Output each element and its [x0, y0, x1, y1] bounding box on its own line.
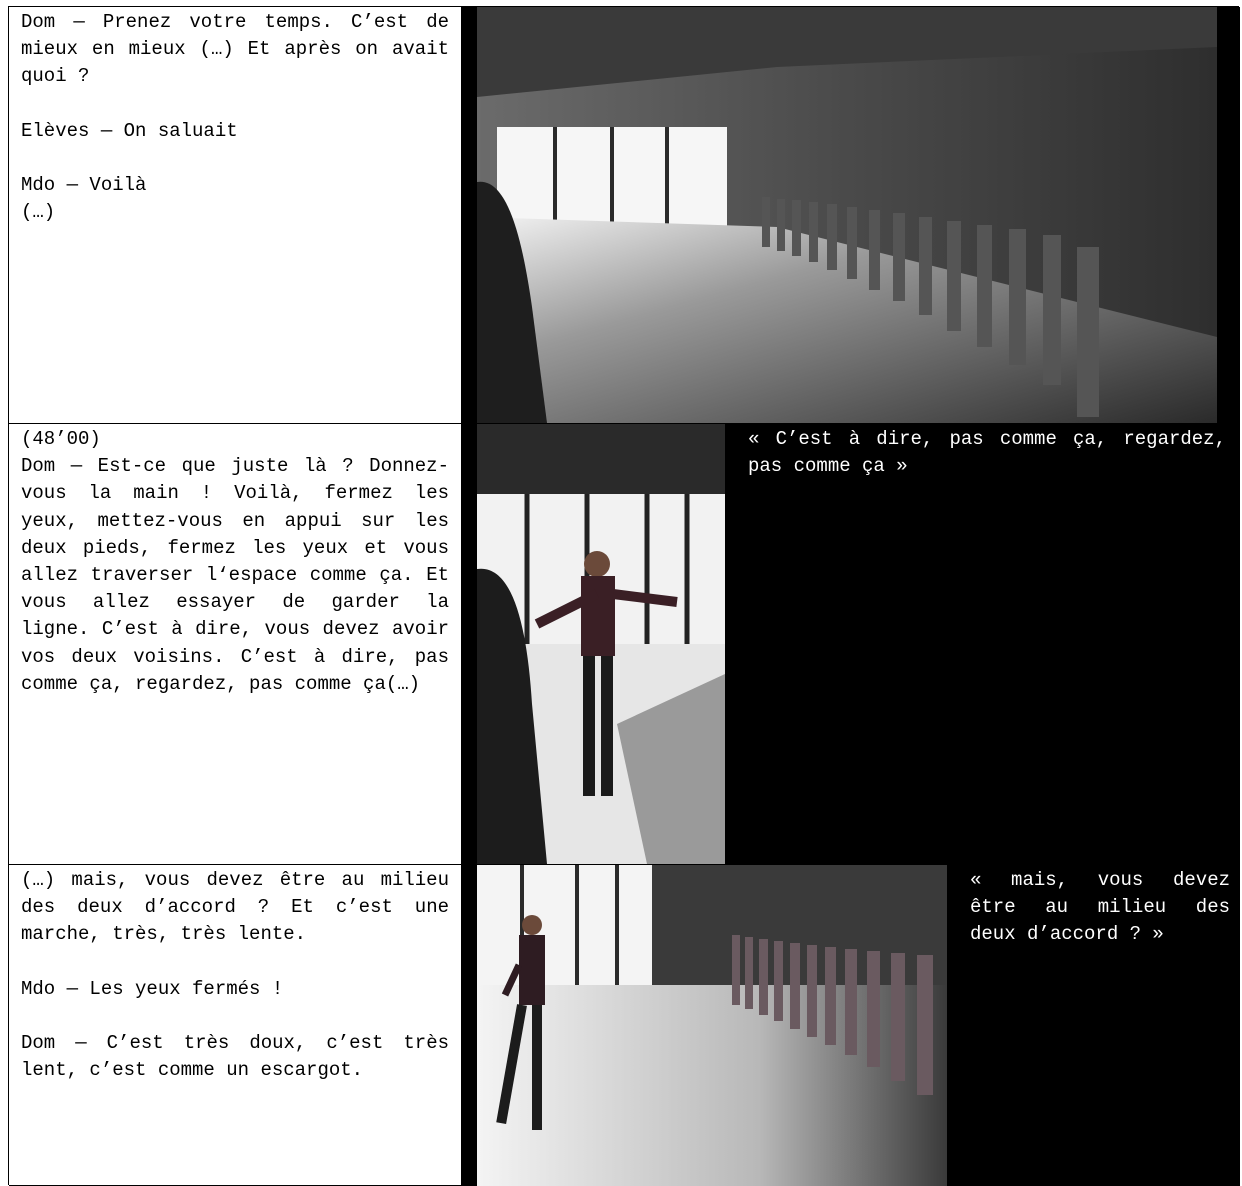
- image-cell: « C’est à dire, pas comme ça, regardez, …: [462, 424, 1240, 865]
- dialogue-paragraph: Dom — Est-ce que juste là ? Donnez-vous …: [21, 455, 449, 695]
- photo-scene: [477, 424, 725, 864]
- photo-scene: [477, 865, 947, 1186]
- dialogue-paragraph: Elèves — On saluait: [21, 119, 238, 142]
- dialogue-paragraph: Dom — C’est très doux, c’est très lent, …: [21, 1032, 449, 1082]
- transcript-cell: Dom — Prenez votre temps. C’est de mieux…: [9, 7, 462, 424]
- table-row: (…) mais, vous devez être au milieu des …: [9, 865, 1240, 1186]
- dialogue-paragraph: Mdo — Voilà: [21, 174, 147, 197]
- quote-caption: « C’est à dire, pas comme ça, regardez, …: [748, 428, 1226, 478]
- dialogue-paragraph: (…) mais, vous devez être au milieu des …: [21, 869, 449, 946]
- quote-caption: « mais, vous devez être au milieu des de…: [970, 869, 1230, 946]
- instructor-photo: [477, 424, 725, 864]
- transcript-table: Dom — Prenez votre temps. C’est de mieux…: [8, 6, 1240, 1186]
- image-cell: « mais, vous devez être au milieu des de…: [462, 865, 1240, 1186]
- photo-scene: [477, 7, 1217, 423]
- ellipsis-note: (…): [21, 201, 56, 224]
- transcript-cell: (…) mais, vous devez être au milieu des …: [9, 865, 462, 1186]
- table-row: Dom — Prenez votre temps. C’est de mieux…: [9, 7, 1240, 424]
- transcript-cell: (48’00) Dom — Est-ce que juste là ? Donn…: [9, 424, 462, 865]
- table-row: (48’00) Dom — Est-ce que juste là ? Donn…: [9, 424, 1240, 865]
- dialogue-paragraph: Mdo — Les yeux fermés !: [21, 977, 284, 1000]
- image-cell: [462, 7, 1240, 424]
- timestamp: (48’00): [21, 428, 101, 450]
- dance-studio-photo: [477, 7, 1217, 423]
- dialogue-paragraph: Dom — Prenez votre temps. C’est de mieux…: [21, 11, 449, 88]
- class-line-photo: [477, 865, 947, 1186]
